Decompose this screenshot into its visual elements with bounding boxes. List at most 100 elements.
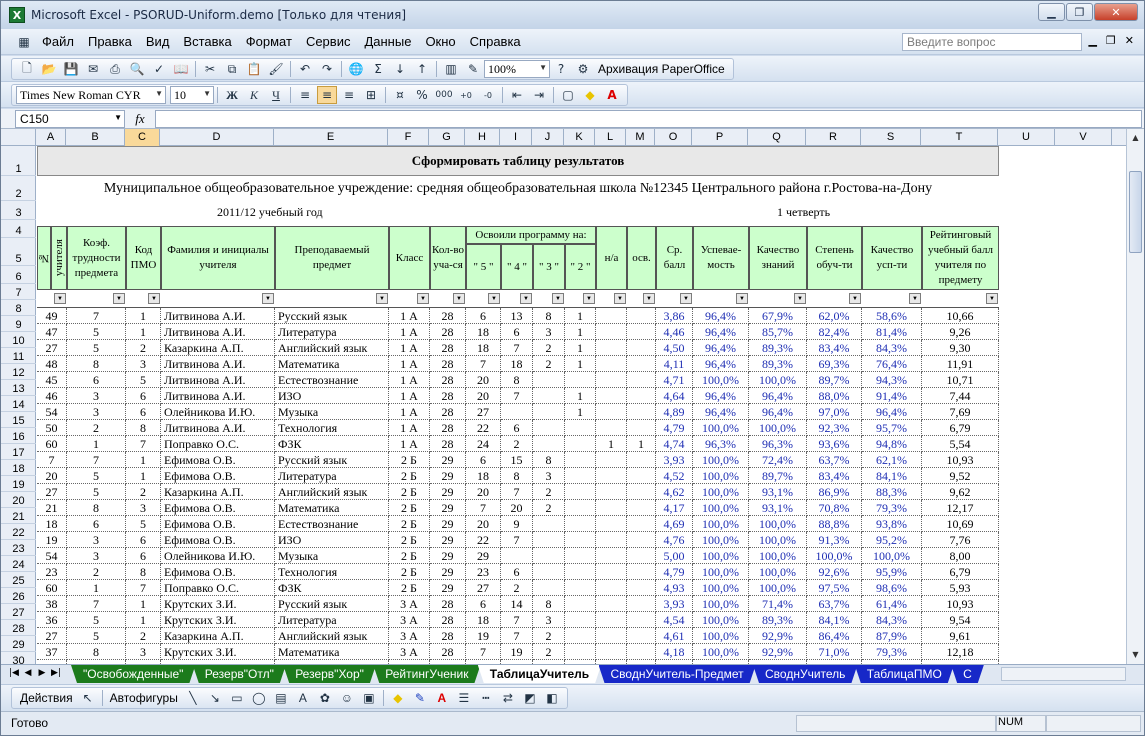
table-cell[interactable]: 6 <box>466 308 501 324</box>
table-cell[interactable]: 3 <box>126 500 161 516</box>
table-cell[interactable]: 38 <box>37 596 67 612</box>
table-cell[interactable]: 3 <box>126 356 161 372</box>
font-color-icon[interactable]: A <box>602 86 622 104</box>
column-header[interactable]: U <box>998 129 1055 146</box>
table-cell[interactable]: 100,0% <box>749 532 807 548</box>
row-header[interactable]: 21 <box>1 508 36 524</box>
table-cell[interactable]: 50 <box>37 420 67 436</box>
doc-close-icon[interactable]: ✕ <box>1125 34 1134 47</box>
row-header[interactable]: 30 <box>1 652 36 664</box>
column-header[interactable]: O <box>655 129 692 146</box>
filter-dropdown-icon[interactable]: ▼ <box>417 293 429 304</box>
table-cell[interactable]: 29 <box>430 500 466 516</box>
vertical-scrollbar[interactable]: ▲ ▼ <box>1126 129 1144 664</box>
table-cell[interactable]: 96,4% <box>693 404 749 420</box>
table-cell[interactable]: 1 <box>565 324 596 340</box>
table-cell[interactable]: 100,0% <box>807 548 862 564</box>
table-cell[interactable] <box>596 404 627 420</box>
table-cell[interactable]: ИЗО <box>275 532 389 548</box>
table-cell[interactable] <box>565 452 596 468</box>
table-cell[interactable]: 15 <box>501 452 533 468</box>
table-cell[interactable]: 100,0% <box>862 548 922 564</box>
undo-icon[interactable]: ↶ <box>295 60 315 78</box>
table-cell[interactable]: 5,00 <box>656 548 693 564</box>
table-cell[interactable]: 86,9% <box>807 484 862 500</box>
table-cell[interactable] <box>533 372 565 388</box>
table-cell[interactable]: 7,76 <box>922 532 999 548</box>
table-cell[interactable]: 29 <box>430 580 466 596</box>
table-cell[interactable]: Ефимова О.В. <box>161 532 275 548</box>
column-header[interactable]: M <box>626 129 655 146</box>
table-cell[interactable] <box>596 564 627 580</box>
align-left-icon[interactable]: ≡ <box>295 86 315 104</box>
table-cell[interactable]: Ефимова О.В. <box>161 564 275 580</box>
table-cell[interactable]: Казаркина А.П. <box>161 340 275 356</box>
table-cell[interactable]: 46 <box>37 388 67 404</box>
row-header[interactable]: 24 <box>1 556 36 572</box>
table-cell[interactable]: 3,93 <box>656 452 693 468</box>
table-cell[interactable]: 20 <box>37 468 67 484</box>
table-cell[interactable]: 69,3% <box>807 356 862 372</box>
permission-icon[interactable]: ✉ <box>83 60 103 78</box>
table-cell[interactable] <box>627 452 656 468</box>
table-cell[interactable]: 7 <box>501 628 533 644</box>
table-cell[interactable]: 97,5% <box>807 580 862 596</box>
tab-teacher-table[interactable]: ТаблицаУчитель <box>478 665 601 683</box>
table-cell[interactable]: 1 <box>565 404 596 420</box>
tab-teacher-subject-summary[interactable]: СводнУчитель-Предмет <box>599 665 756 683</box>
table-cell[interactable]: Казаркина А.П. <box>161 628 275 644</box>
row-header[interactable]: 25 <box>1 572 36 588</box>
drawing-icon[interactable]: ✎ <box>463 60 483 78</box>
column-header[interactable]: K <box>564 129 595 146</box>
table-cell[interactable]: 23 <box>37 564 67 580</box>
table-cell[interactable]: 82,4% <box>807 324 862 340</box>
filter-dropdown-icon[interactable]: ▼ <box>148 293 160 304</box>
textbox-icon[interactable]: ▤ <box>271 689 291 707</box>
table-cell[interactable]: Ефимова О.В. <box>161 500 275 516</box>
row-header[interactable]: 29 <box>1 636 36 652</box>
table-cell[interactable] <box>627 468 656 484</box>
table-cell[interactable]: 18 <box>501 356 533 372</box>
filter-dropdown-icon[interactable]: ▼ <box>736 293 748 304</box>
table-cell[interactable] <box>565 372 596 388</box>
row-header[interactable]: 8 <box>1 300 36 316</box>
table-cell[interactable]: Литвинова А.И. <box>161 324 275 340</box>
table-cell[interactable] <box>565 516 596 532</box>
table-cell[interactable]: 48 <box>37 356 67 372</box>
table-cell[interactable]: 9,26 <box>922 324 999 340</box>
table-cell[interactable]: Крутских З.И. <box>161 644 275 660</box>
table-cell[interactable]: 28 <box>430 644 466 660</box>
table-cell[interactable]: 1 <box>627 436 656 452</box>
table-cell[interactable]: 84,1% <box>807 612 862 628</box>
tab-osvobozhdennye[interactable]: "Освобожденные" <box>71 665 195 683</box>
arrow-icon[interactable]: ↘ <box>205 689 225 707</box>
table-cell[interactable]: 3 А <box>389 644 430 660</box>
table-cell[interactable] <box>533 548 565 564</box>
table-cell[interactable]: 7 <box>466 356 501 372</box>
cut-icon[interactable]: ✂ <box>200 60 220 78</box>
help-search-input[interactable]: Введите вопрос <box>902 33 1082 51</box>
table-cell[interactable]: 1 <box>596 436 627 452</box>
table-cell[interactable]: 3 А <box>389 628 430 644</box>
column-header[interactable]: P <box>692 129 748 146</box>
filter-dropdown-icon[interactable]: ▼ <box>113 293 125 304</box>
table-cell[interactable] <box>596 596 627 612</box>
row-header[interactable]: 5 <box>1 238 36 266</box>
table-cell[interactable]: 28 <box>430 340 466 356</box>
table-cell[interactable]: 7 <box>67 452 126 468</box>
table-cell[interactable]: 7 <box>126 436 161 452</box>
table-cell[interactable] <box>565 500 596 516</box>
table-cell[interactable]: 89,3% <box>749 612 807 628</box>
table-cell[interactable]: 4,50 <box>656 340 693 356</box>
table-cell[interactable]: Русский язык <box>275 308 389 324</box>
table-cell[interactable]: 29 <box>430 532 466 548</box>
table-cell[interactable] <box>596 500 627 516</box>
table-cell[interactable]: 1 А <box>389 356 430 372</box>
table-cell[interactable]: Естествознание <box>275 372 389 388</box>
table-cell[interactable]: 20 <box>466 388 501 404</box>
doc-minimize-icon[interactable]: ▁ <box>1088 34 1096 47</box>
table-cell[interactable]: 100,0% <box>693 516 749 532</box>
table-cell[interactable]: 98,6% <box>862 580 922 596</box>
table-cell[interactable]: Ефимова О.В. <box>161 516 275 532</box>
table-cell[interactable]: 3 <box>67 404 126 420</box>
